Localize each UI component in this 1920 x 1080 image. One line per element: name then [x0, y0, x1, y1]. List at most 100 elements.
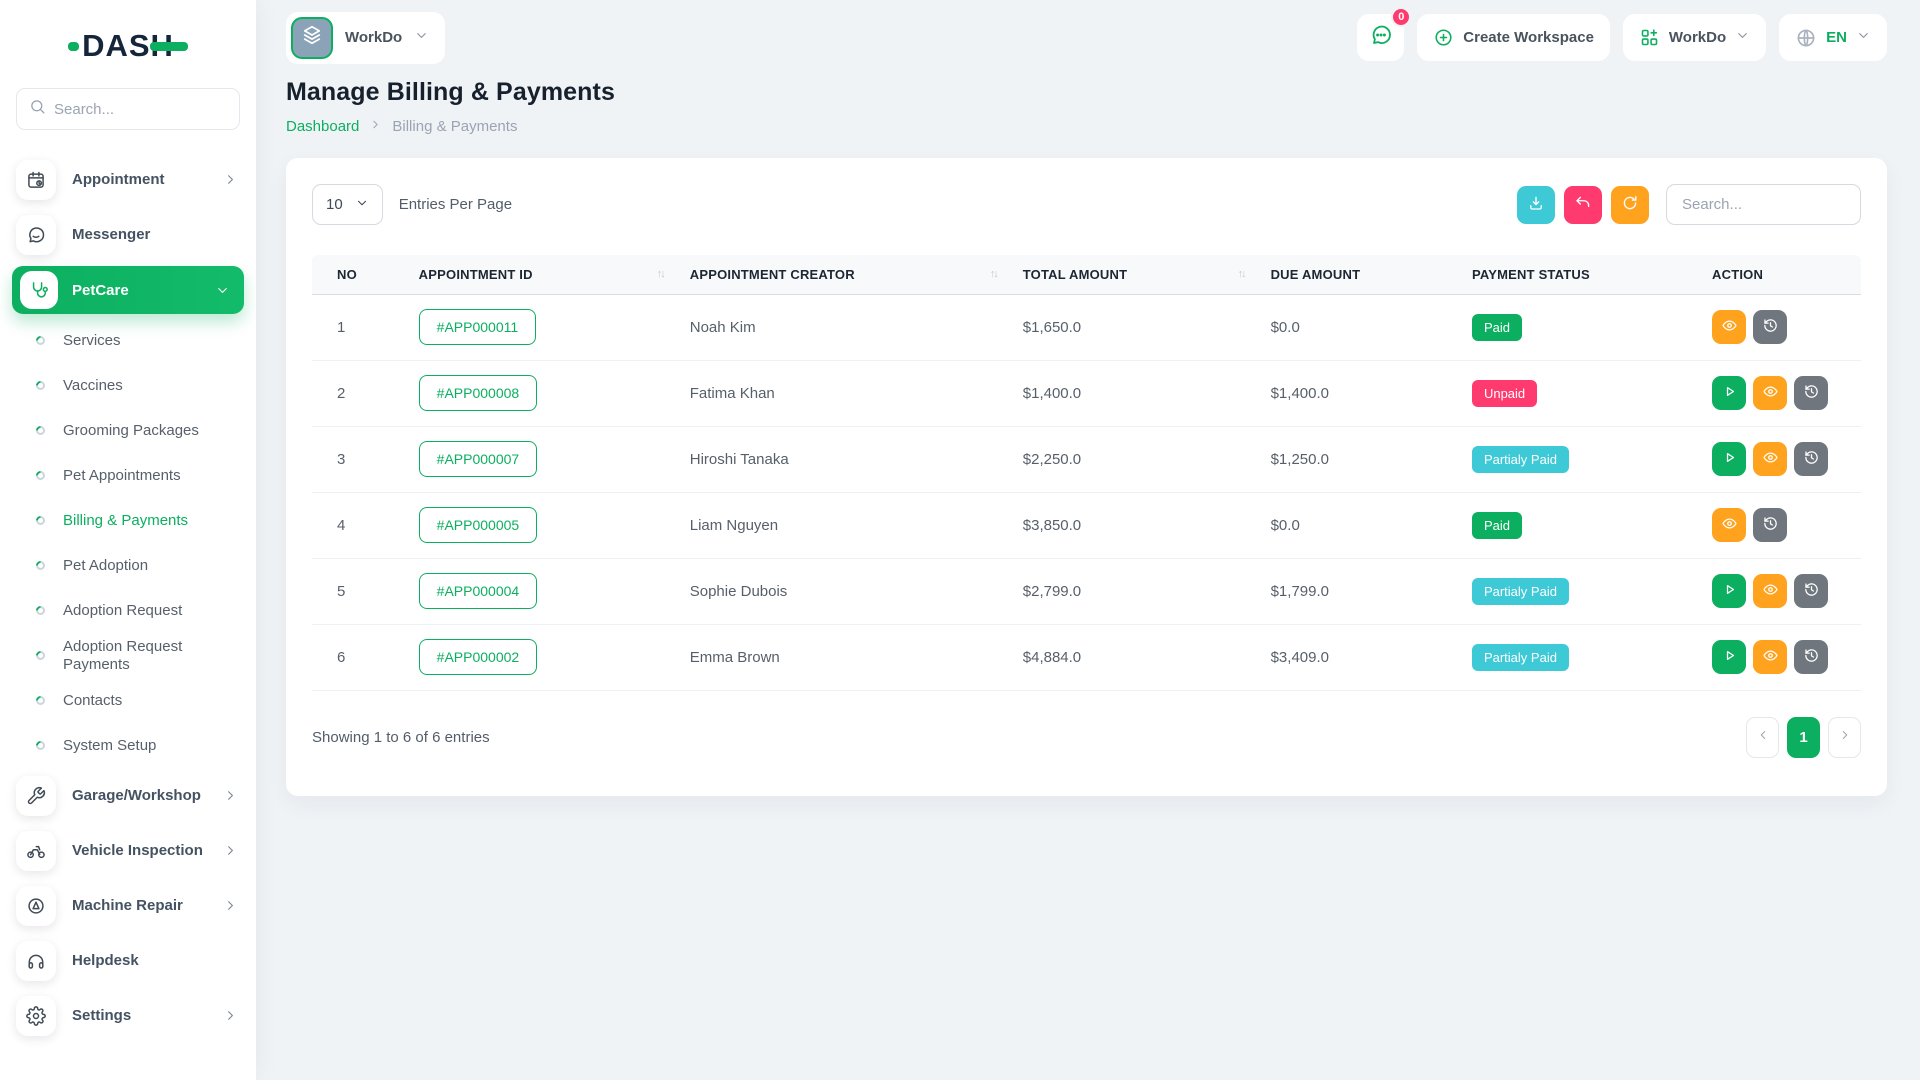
appointment-id-button[interactable]: #APP000008	[419, 375, 538, 411]
gear-icon	[16, 996, 56, 1036]
cell-total-amount: $3,850.0	[1017, 492, 1265, 558]
sidebar-item-machine-repair[interactable]: Machine Repair	[0, 878, 256, 933]
pagination-prev-button[interactable]	[1746, 717, 1779, 758]
column-header-total-amount[interactable]: TOTAL AMOUNT↑↓	[1017, 255, 1265, 294]
table-footer: Showing 1 to 6 of 6 entries 1	[312, 717, 1861, 758]
cell-total-amount-value: $4,884.0	[1023, 649, 1081, 666]
cell-due-amount-value: $0.0	[1271, 319, 1300, 336]
cell-total-amount-value: $2,799.0	[1023, 583, 1081, 600]
undo-button[interactable]	[1564, 186, 1602, 224]
chevron-right-icon	[223, 172, 238, 187]
pay-button[interactable]	[1712, 574, 1746, 608]
eye-icon	[1721, 515, 1738, 535]
toolbar-buttons	[1517, 186, 1649, 224]
sidebar-subitem-grooming-packages[interactable]: Grooming Packages	[0, 408, 256, 453]
pay-button[interactable]	[1712, 376, 1746, 410]
appointment-id-button[interactable]: #APP000002	[419, 639, 538, 675]
sidebar-item-settings[interactable]: Settings	[0, 988, 256, 1043]
sidebar-search	[16, 88, 240, 130]
cell-creator: Hiroshi Tanaka	[684, 426, 1017, 492]
pagination-next-button[interactable]	[1828, 717, 1861, 758]
sidebar: DASH AppointmentMessengerPetCareServices…	[0, 0, 256, 1080]
view-button[interactable]	[1753, 640, 1787, 674]
pagination-page-1-button[interactable]: 1	[1787, 717, 1820, 758]
pay-button[interactable]	[1712, 640, 1746, 674]
sidebar-subitem-adoption-request-payments[interactable]: Adoption Request Payments	[0, 633, 256, 678]
view-button[interactable]	[1712, 310, 1746, 344]
column-header-due-amount: DUE AMOUNT	[1265, 255, 1466, 294]
sidebar-item-messenger[interactable]: Messenger	[0, 207, 256, 262]
cell-creator-value: Sophie Dubois	[690, 583, 788, 600]
refresh-button[interactable]	[1611, 186, 1649, 224]
view-button[interactable]	[1753, 376, 1787, 410]
history-button[interactable]	[1753, 310, 1787, 344]
pay-button[interactable]	[1712, 442, 1746, 476]
sidebar-item-garage-workshop[interactable]: Garage/Workshop	[0, 768, 256, 823]
search-icon	[29, 98, 46, 120]
sidebar-subitem-pet-appointments[interactable]: Pet Appointments	[0, 453, 256, 498]
brand-logo[interactable]: DASH	[0, 18, 256, 74]
messages-button[interactable]: 0	[1357, 14, 1404, 61]
appointment-id-button[interactable]: #APP000004	[419, 573, 538, 609]
cell-creator-value: Liam Nguyen	[690, 517, 778, 534]
column-header-appointment-creator[interactable]: APPOINTMENT CREATOR↑↓	[684, 255, 1017, 294]
view-button[interactable]	[1753, 574, 1787, 608]
page-header: Manage Billing & Payments Dashboard Bill…	[286, 78, 1887, 135]
sidebar-search-input[interactable]	[54, 101, 253, 118]
pagination: 1	[1746, 717, 1861, 758]
sidebar-item-petcare[interactable]: PetCare	[12, 266, 244, 314]
view-button[interactable]	[1753, 442, 1787, 476]
table-toolbar	[1517, 184, 1861, 225]
bullet-icon	[34, 379, 47, 392]
appointment-id-button[interactable]: #APP000007	[419, 441, 538, 477]
sidebar-subitem-label: Pet Appointments	[63, 467, 181, 485]
sidebar-subitem-label: Pet Adoption	[63, 557, 148, 575]
sidebar-subitem-adoption-request[interactable]: Adoption Request	[0, 588, 256, 633]
payment-status-badge: Partialy Paid	[1472, 644, 1569, 671]
bullet-icon	[34, 514, 47, 527]
sort-icon[interactable]: ↑↓	[657, 268, 664, 280]
workspace-switcher[interactable]: WorkDo	[1623, 14, 1766, 61]
workspace-chip[interactable]: WorkDo	[286, 12, 445, 64]
sidebar-subitem-vaccines[interactable]: Vaccines	[0, 363, 256, 408]
cell-due-amount-value: $0.0	[1271, 517, 1300, 534]
language-switcher[interactable]: EN	[1779, 14, 1887, 61]
sidebar-item-appointment[interactable]: Appointment	[0, 152, 256, 207]
sidebar-subitem-services[interactable]: Services	[0, 318, 256, 363]
billing-table-card: 10 Entries Per Page NOAPPOINTMENT ID↑↓AP…	[286, 158, 1887, 796]
sort-icon[interactable]: ↑↓	[1238, 268, 1245, 280]
entries-per-page-select[interactable]: 10	[312, 184, 383, 225]
history-icon	[1803, 383, 1820, 403]
breadcrumb-dashboard-link[interactable]: Dashboard	[286, 118, 359, 135]
cell-no: 6	[312, 624, 413, 690]
sidebar-subitem-pet-adoption[interactable]: Pet Adoption	[0, 543, 256, 588]
create-workspace-button[interactable]: Create Workspace	[1417, 14, 1610, 61]
cell-action	[1706, 624, 1861, 690]
eye-icon	[1762, 383, 1779, 403]
column-header-appointment-id[interactable]: APPOINTMENT ID↑↓	[413, 255, 684, 294]
bullet-icon	[34, 424, 47, 437]
appointment-id-button[interactable]: #APP000005	[419, 507, 538, 543]
history-button[interactable]	[1794, 574, 1828, 608]
history-button[interactable]	[1794, 442, 1828, 476]
history-button[interactable]	[1753, 508, 1787, 542]
bullet-icon	[34, 604, 47, 617]
sidebar-item-helpdesk[interactable]: Helpdesk	[0, 933, 256, 988]
sort-icon[interactable]: ↑↓	[990, 268, 997, 280]
play-icon	[1721, 449, 1738, 469]
history-button[interactable]	[1794, 640, 1828, 674]
view-button[interactable]	[1712, 508, 1746, 542]
breadcrumb-current: Billing & Payments	[392, 118, 517, 135]
sidebar-subitem-label: System Setup	[63, 737, 156, 755]
sidebar-subitem-contacts[interactable]: Contacts	[0, 678, 256, 723]
sidebar-subitem-billing-payments[interactable]: Billing & Payments	[0, 498, 256, 543]
sidebar-subitem-system-setup[interactable]: System Setup	[0, 723, 256, 768]
billing-table: NOAPPOINTMENT ID↑↓APPOINTMENT CREATOR↑↓T…	[312, 255, 1861, 691]
history-button[interactable]	[1794, 376, 1828, 410]
appointment-id-button[interactable]: #APP000011	[419, 309, 536, 345]
history-icon	[1803, 581, 1820, 601]
column-header-label: PAYMENT STATUS	[1472, 267, 1590, 282]
export-button[interactable]	[1517, 186, 1555, 224]
table-search-input[interactable]	[1666, 184, 1861, 225]
sidebar-item-vehicle-inspection[interactable]: Vehicle Inspection	[0, 823, 256, 878]
